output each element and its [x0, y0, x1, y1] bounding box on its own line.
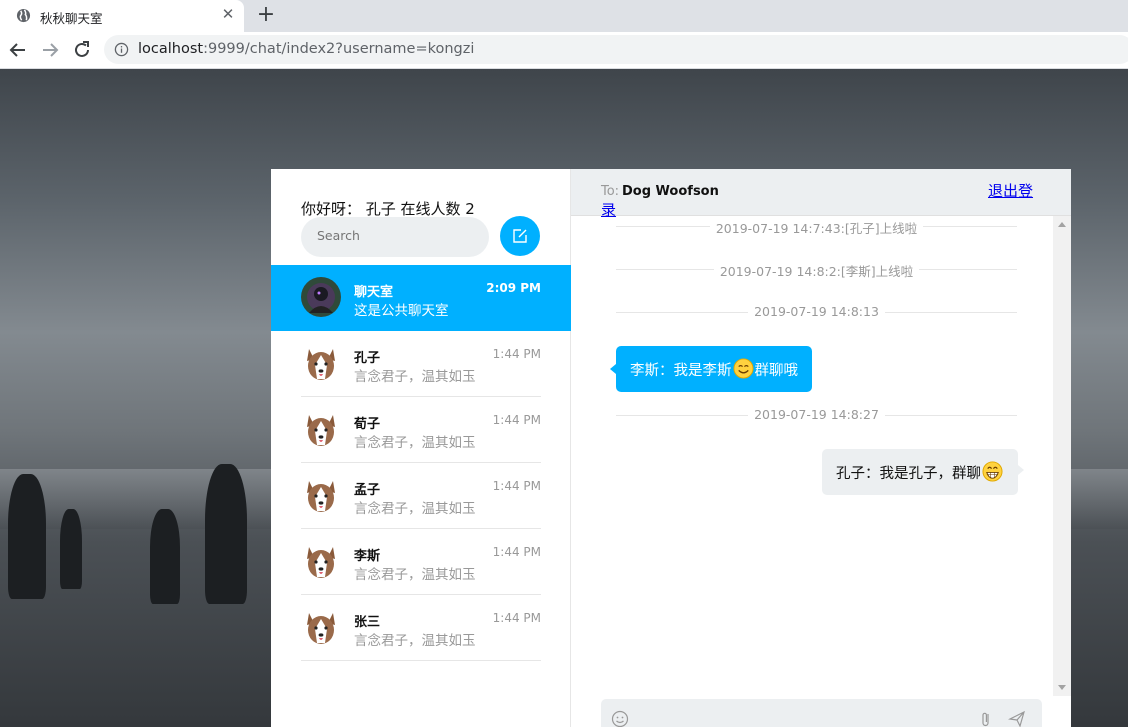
time-divider: 2019-07-19 14:8:13: [616, 302, 1017, 322]
silhouette-person: [205, 464, 247, 604]
back-arrow-icon[interactable]: [6, 38, 30, 62]
contact-item-lisi[interactable]: 李斯 1:44 PM 言念君子，温其如玉: [301, 529, 541, 595]
contact-item-mengzi[interactable]: 孟子 1:44 PM 言念君子，温其如玉: [301, 463, 541, 529]
avatar: [301, 343, 341, 383]
tab-close-icon[interactable]: ✕: [220, 6, 236, 22]
tab-title: 秋秋聊天室: [40, 11, 103, 26]
new-tab-button[interactable]: +: [256, 3, 276, 27]
contact-time: 1:44 PM: [492, 611, 541, 625]
attachment-icon[interactable]: [977, 710, 995, 727]
contact-name: 荀子: [354, 417, 381, 432]
avatar: [301, 607, 341, 647]
emoji-picker-icon[interactable]: [611, 710, 629, 727]
silhouette-person: [8, 474, 46, 599]
search-input[interactable]: [317, 228, 477, 243]
message-composer[interactable]: [601, 699, 1042, 727]
divider-text: 2019-07-19 14:8:2:[李斯]上线啦: [713, 264, 920, 279]
contact-preview: 言念君子，温其如玉: [354, 633, 476, 649]
system-divider: 2019-07-19 14:8:2:[李斯]上线啦: [616, 259, 1017, 279]
smile-emoji-icon: [732, 358, 754, 379]
divider-text: 2019-07-19 14:7:43:[孔子]上线啦: [709, 221, 924, 236]
contact-preview: 言念君子，温其如玉: [354, 501, 476, 517]
contact-preview: 这是公共聊天室: [354, 303, 449, 319]
url-text: localhost:9999/chat/index2?username=kong…: [138, 41, 475, 57]
contact-time: 1:44 PM: [492, 413, 541, 427]
compose-button[interactable]: [500, 216, 540, 256]
silhouette-person: [150, 509, 180, 604]
contact-item-chatroom[interactable]: 聊天室 2:09 PM 这是公共聊天室: [271, 265, 571, 331]
contact-time: 1:44 PM: [492, 347, 541, 361]
browser-tab[interactable]: 秋秋聊天室 ✕: [0, 0, 244, 32]
conversation-header: To: Dog Woofson 退出登 录: [571, 169, 1071, 219]
globe-icon: [16, 8, 31, 23]
divider-text: 2019-07-19 14:8:27: [748, 407, 885, 422]
reload-icon[interactable]: [70, 38, 94, 62]
contact-name: 孟子: [354, 483, 381, 498]
silhouette-person: [60, 509, 82, 589]
forward-arrow-icon[interactable]: [38, 38, 62, 62]
contact-item-zhangsan[interactable]: 张三 1:44 PM 言念君子，温其如玉: [301, 595, 541, 661]
avatar: [301, 277, 341, 317]
avatar: [301, 409, 341, 449]
message-text: 李斯：我是李斯: [630, 363, 732, 379]
contact-time: 2:09 PM: [486, 281, 541, 295]
contact-name: 聊天室: [354, 285, 394, 300]
conversation-panel: To: Dog Woofson 退出登 录 2019-07-19 14:7:43…: [571, 169, 1071, 727]
scroll-up-arrow-icon[interactable]: [1058, 222, 1066, 227]
address-bar[interactable]: localhost:9999/chat/index2?username=kong…: [104, 35, 1128, 64]
message-scrollbar[interactable]: [1053, 216, 1071, 696]
message-text: 孔子：我是孔子，群聊: [836, 466, 981, 482]
scroll-down-arrow-icon[interactable]: [1058, 685, 1066, 690]
message-text: 群聊哦: [754, 363, 799, 379]
message-list: 2019-07-19 14:7:43:[孔子]上线啦 2019-07-19 14…: [571, 216, 1053, 696]
contact-item-xunzi[interactable]: 荀子 1:44 PM 言念君子，温其如玉: [301, 397, 541, 463]
logout-link[interactable]: 退出登: [988, 182, 1044, 201]
contact-time: 1:44 PM: [492, 545, 541, 559]
search-box[interactable]: [301, 217, 489, 257]
message-bubble-incoming: 李斯：我是李斯 群聊哦: [610, 346, 812, 392]
contact-preview: 言念君子，温其如玉: [354, 435, 476, 451]
send-icon[interactable]: [1008, 710, 1026, 727]
avatar: [301, 541, 341, 581]
greeting-text: 你好呀： 孔子 在线人数 2: [301, 200, 475, 218]
contact-preview: 言念君子，温其如玉: [354, 369, 476, 385]
contact-name: 李斯: [354, 549, 381, 564]
grin-emoji-icon: [982, 461, 1003, 482]
recipient-name: Dog Woofson: [622, 184, 719, 199]
contact-name: 张三: [354, 615, 381, 630]
system-divider: 2019-07-19 14:7:43:[孔子]上线啦: [616, 216, 1017, 236]
chat-app: 你好呀： 孔子 在线人数 2 聊天室 2:09 PM: [271, 169, 1071, 727]
to-label: To:: [601, 184, 620, 199]
avatar: [301, 475, 341, 515]
contact-item-kongzi[interactable]: 孔子 1:44 PM 言念君子，温其如玉: [301, 331, 541, 397]
browser-toolbar: localhost:9999/chat/index2?username=kong…: [0, 32, 1128, 69]
contact-time: 1:44 PM: [492, 479, 541, 493]
contact-name: 孔子: [354, 351, 381, 366]
compose-icon: [513, 229, 527, 243]
message-bubble-outgoing: 孔子：我是孔子，群聊: [822, 449, 1024, 495]
time-divider: 2019-07-19 14:8:27: [616, 405, 1017, 425]
contact-preview: 言念君子，温其如玉: [354, 567, 476, 583]
divider-text: 2019-07-19 14:8:13: [748, 304, 885, 319]
contacts-sidebar: 你好呀： 孔子 在线人数 2 聊天室 2:09 PM: [271, 169, 571, 727]
browser-tab-strip: 秋秋聊天室 ✕ +: [0, 0, 1128, 32]
info-icon[interactable]: [114, 42, 129, 57]
